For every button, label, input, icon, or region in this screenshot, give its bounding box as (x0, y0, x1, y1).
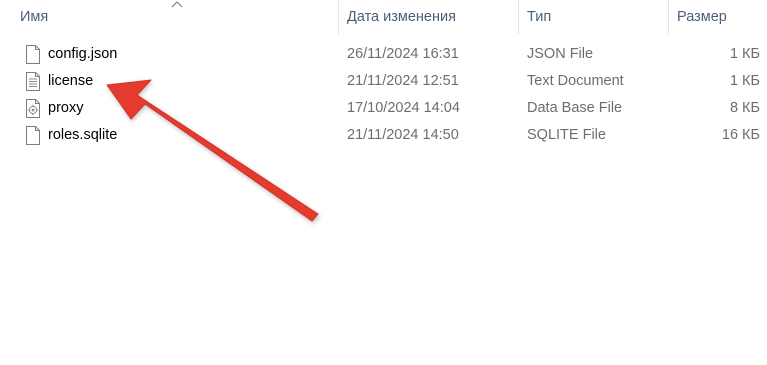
file-type: SQLITE File (527, 127, 606, 143)
database-file-icon (26, 99, 40, 118)
file-date-modified: 26/11/2024 16:31 (347, 46, 459, 62)
sort-up-caret-icon (171, 1, 183, 8)
file-row-license[interactable]: license 21/11/2024 12:51 Text Document 1… (0, 68, 767, 95)
column-header-name[interactable]: Имя (20, 0, 48, 34)
file-date-modified: 21/11/2024 14:50 (347, 127, 459, 143)
file-row-config-json[interactable]: config.json 26/11/2024 16:31 JSON File 1… (0, 41, 767, 68)
column-divider[interactable] (518, 0, 519, 34)
column-header-bar: Имя Дата изменения Тип Размер (0, 0, 767, 34)
column-divider[interactable] (338, 0, 339, 34)
file-date-modified: 17/10/2024 14:04 (347, 100, 460, 116)
file-size: 8 КБ (729, 100, 760, 116)
file-size: 1 КБ (729, 46, 760, 62)
column-header-date-modified[interactable]: Дата изменения (347, 0, 456, 34)
file-name: license (48, 73, 94, 89)
file-name: proxy (48, 100, 84, 116)
column-header-size[interactable]: Размер (677, 0, 727, 34)
file-size: 1 КБ (729, 73, 760, 89)
file-name: config.json (48, 46, 118, 62)
file-row-roles-sqlite[interactable]: roles.sqlite 21/11/2024 14:50 SQLITE Fil… (0, 122, 767, 149)
text-document-icon (26, 72, 40, 91)
file-type: Text Document (527, 73, 624, 89)
column-header-type[interactable]: Тип (527, 0, 551, 34)
file-type: Data Base File (527, 100, 623, 116)
blank-file-icon (26, 45, 40, 64)
file-name: roles.sqlite (48, 127, 118, 143)
file-date-modified: 21/11/2024 12:51 (347, 73, 459, 89)
file-explorer-details-view: Имя Дата изменения Тип Размер config.jso… (0, 0, 767, 365)
column-divider[interactable] (668, 0, 669, 34)
blank-file-icon (26, 126, 40, 145)
file-type: JSON File (527, 46, 594, 62)
file-size: 16 КБ (721, 127, 760, 143)
file-row-proxy[interactable]: proxy 17/10/2024 14:04 Data Base File 8 … (0, 95, 767, 122)
